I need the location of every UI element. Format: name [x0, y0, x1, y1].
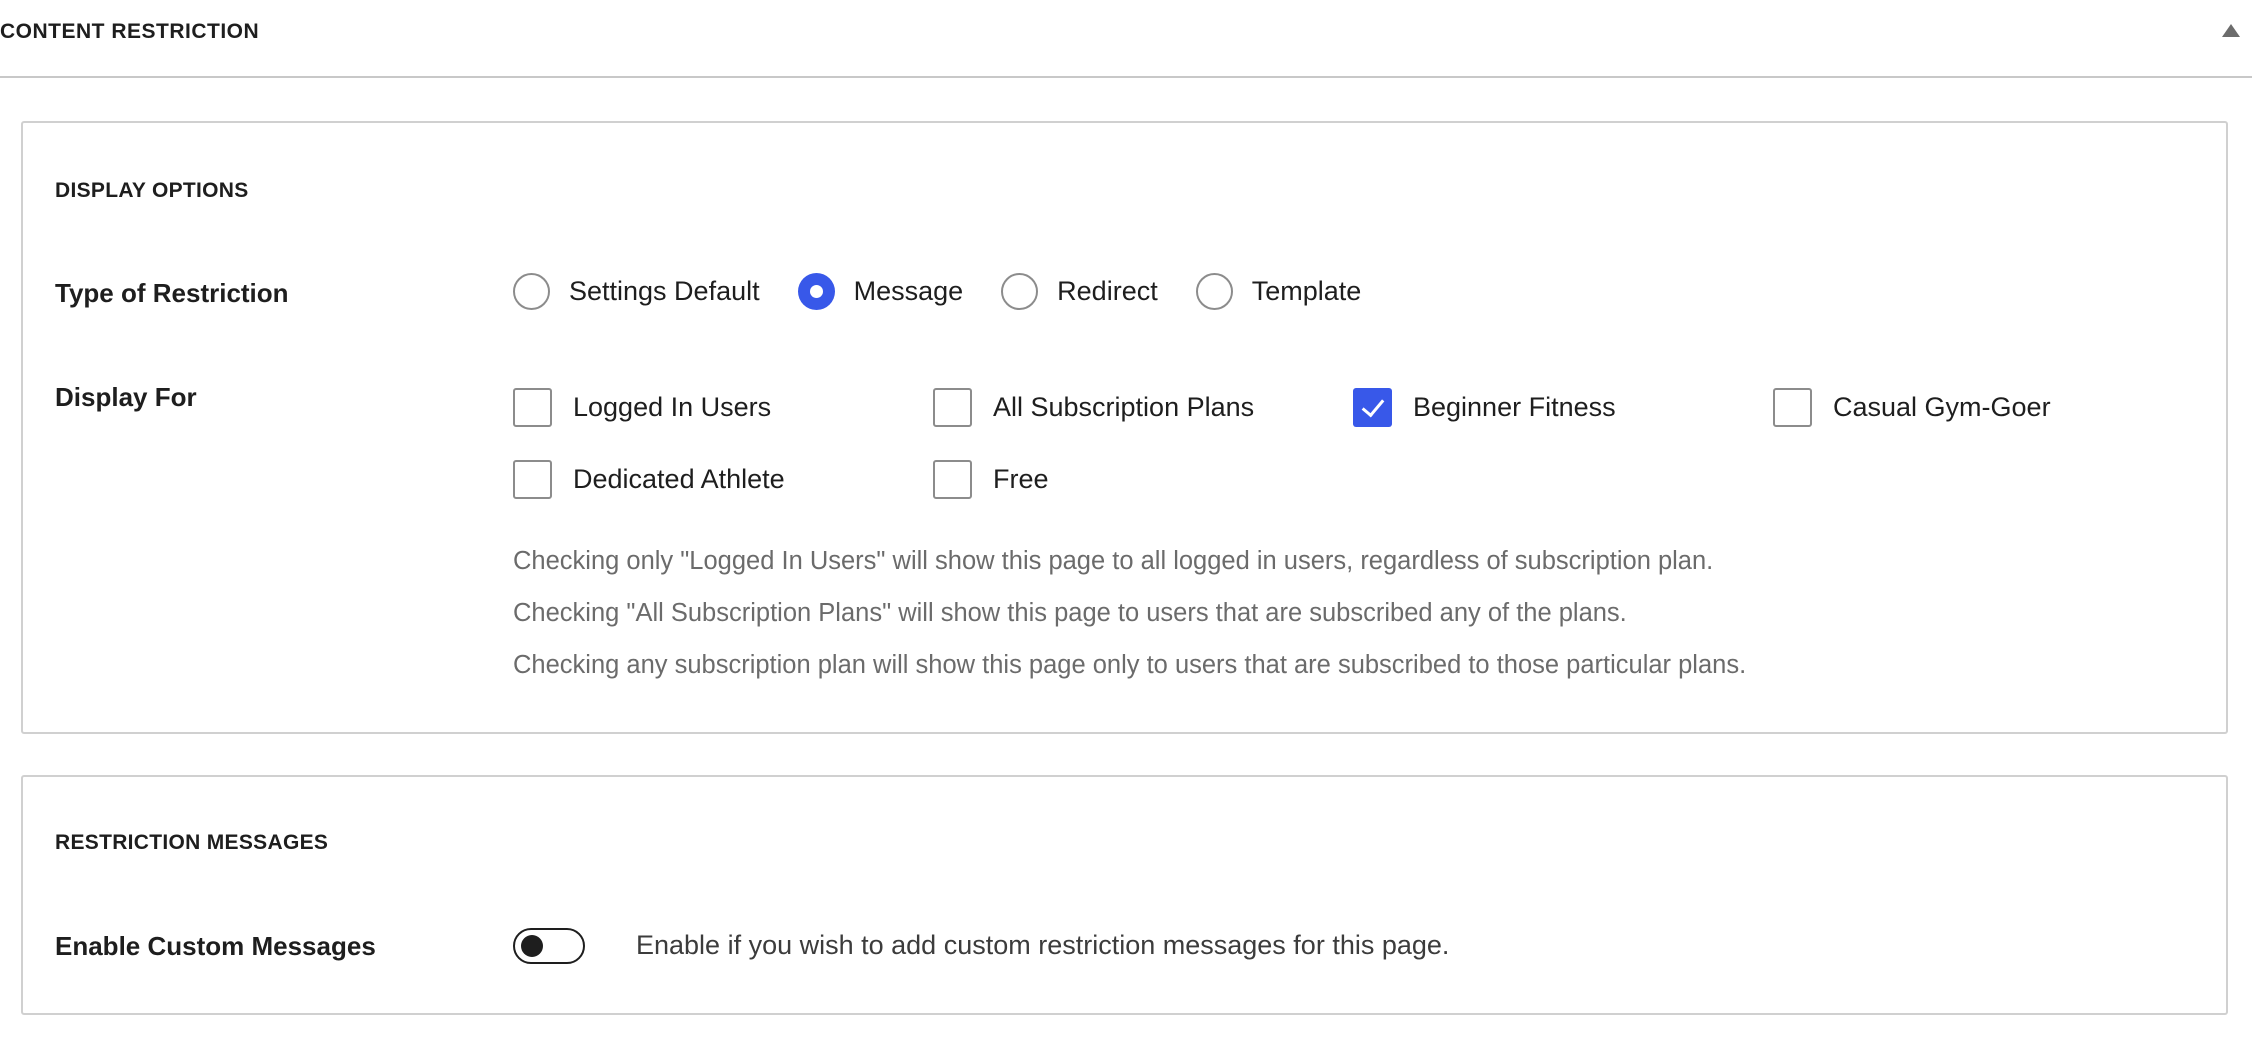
enable-custom-messages-help: Enable if you wish to add custom restric…	[636, 930, 1450, 960]
collapse-triangle-up-icon[interactable]	[2222, 24, 2240, 37]
radio-circle[interactable]	[513, 272, 550, 310]
help-text-specific-plans: Checking any subscription plan will show…	[513, 651, 1747, 679]
checkbox-label: Beginner Fitness	[1413, 392, 1616, 422]
checkbox-label: Dedicated Athlete	[573, 464, 785, 494]
display-for-label: Display For	[55, 382, 197, 412]
help-text-all-plans: Checking "All Subscription Plans" will s…	[513, 599, 1627, 627]
radio-circle-selected[interactable]	[797, 272, 835, 310]
checkbox-box-checked[interactable]	[1353, 388, 1392, 427]
radio-label: Settings Default	[569, 275, 760, 306]
checkbox-label: Casual Gym-Goer	[1833, 392, 2051, 422]
restriction-messages-panel: RESTRICTION MESSAGES Enable Custom Messa…	[21, 775, 2228, 1015]
checkbox-dedicated-athlete[interactable]: Dedicated Athlete	[513, 460, 785, 499]
checkbox-box[interactable]	[933, 388, 972, 427]
checkbox-logged-in-users[interactable]: Logged In Users	[513, 388, 771, 427]
radio-label: Redirect	[1057, 275, 1158, 306]
display-options-panel: DISPLAY OPTIONS Type of Restriction Sett…	[21, 121, 2228, 734]
restriction-messages-title: RESTRICTION MESSAGES	[55, 831, 329, 854]
panel-title: CONTENT RESTRICTION	[0, 20, 260, 43]
radio-label: Message	[853, 275, 964, 306]
radio-message[interactable]: Message	[797, 272, 964, 310]
checkbox-casual-gym-goer[interactable]: Casual Gym-Goer	[1773, 388, 2051, 427]
checkbox-box[interactable]	[513, 460, 552, 499]
radio-circle[interactable]	[1001, 272, 1039, 310]
checkbox-free[interactable]: Free	[933, 460, 1049, 499]
checkbox-label: Logged In Users	[573, 392, 772, 422]
radio-circle[interactable]	[1195, 272, 1233, 310]
checkbox-all-subscription-plans[interactable]: All Subscription Plans	[933, 388, 1254, 427]
checkbox-label: Free	[993, 464, 1049, 494]
radio-label: Template	[1251, 275, 1362, 306]
display-options-title: DISPLAY OPTIONS	[55, 179, 249, 202]
checkbox-box[interactable]	[1773, 388, 1812, 427]
type-of-restriction-label: Type of Restriction	[55, 278, 289, 308]
checkbox-beginner-fitness[interactable]: Beginner Fitness	[1353, 388, 1616, 427]
enable-custom-messages-label: Enable Custom Messages	[55, 931, 376, 961]
radio-settings-default[interactable]: Settings Default	[513, 272, 760, 310]
help-text-logged-in: Checking only "Logged In Users" will sho…	[513, 547, 1714, 575]
checkbox-box[interactable]	[513, 388, 552, 427]
enable-custom-messages-toggle[interactable]	[513, 928, 585, 964]
checkbox-label: All Subscription Plans	[993, 392, 1255, 422]
toggle-knob	[521, 935, 543, 957]
content-restriction-header[interactable]: CONTENT RESTRICTION	[0, 0, 2252, 78]
radio-template[interactable]: Template	[1195, 272, 1362, 310]
radio-redirect[interactable]: Redirect	[1001, 272, 1158, 310]
restriction-type-radio-group: Settings Default Message Redirect Templa…	[513, 271, 1399, 311]
checkbox-box[interactable]	[933, 460, 972, 499]
